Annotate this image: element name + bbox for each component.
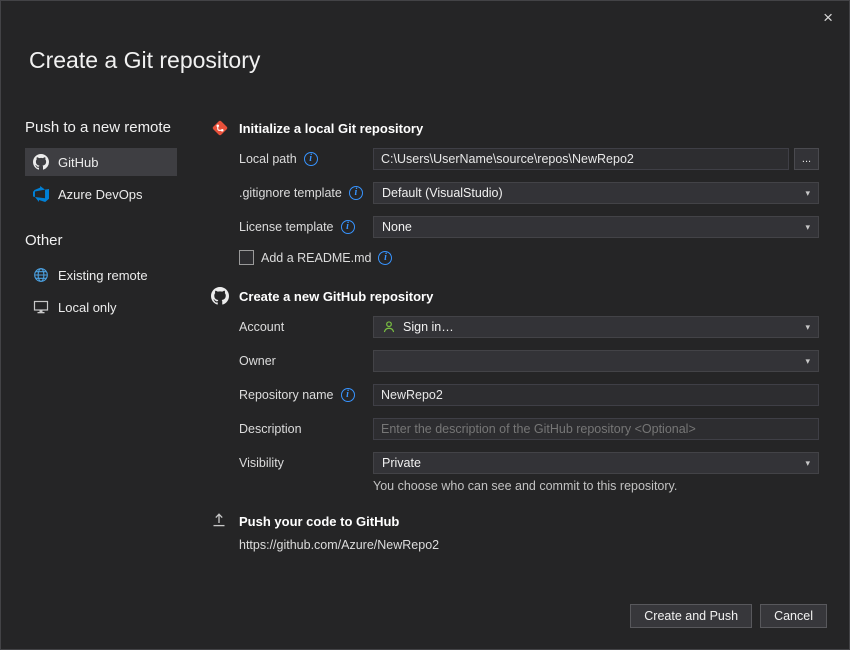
create-git-repository-dialog: × Create a Git repository Push to a new … bbox=[0, 0, 850, 650]
push-section-header: Push your code to GitHub bbox=[211, 512, 823, 530]
github-icon bbox=[33, 154, 49, 170]
chevron-down-icon: ▾ bbox=[799, 458, 810, 469]
readme-checkbox[interactable] bbox=[239, 250, 254, 265]
info-icon[interactable]: i bbox=[341, 220, 355, 234]
azure-devops-icon bbox=[33, 186, 49, 202]
sidebar-item-label: Existing remote bbox=[58, 268, 148, 283]
visibility-dropdown-value: Private bbox=[382, 456, 421, 470]
license-row: License template i None ▾ bbox=[211, 216, 823, 238]
sidebar-item-local-only[interactable]: Local only bbox=[25, 293, 177, 321]
visibility-label: Visibility bbox=[239, 456, 284, 470]
init-section-header: Initialize a local Git repository bbox=[211, 119, 823, 137]
repository-name-label: Repository name bbox=[239, 388, 334, 402]
info-icon[interactable]: i bbox=[349, 186, 363, 200]
repository-url: https://github.com/Azure/NewRepo2 bbox=[211, 538, 823, 552]
owner-row: Owner ▾ bbox=[211, 350, 823, 372]
owner-dropdown[interactable]: ▾ bbox=[373, 350, 819, 372]
sign-in-person-icon bbox=[382, 320, 396, 334]
gitignore-dropdown-value: Default (VisualStudio) bbox=[382, 186, 503, 200]
local-path-label: Local path bbox=[239, 152, 297, 166]
account-dropdown[interactable]: Sign in… ▾ bbox=[373, 316, 819, 338]
sidebar: Push to a new remote GitHub Azure DevOps… bbox=[25, 119, 177, 325]
chevron-down-icon: ▾ bbox=[799, 188, 810, 199]
git-logo-icon bbox=[211, 119, 229, 137]
create-and-push-button[interactable]: Create and Push bbox=[630, 604, 752, 628]
sidebar-heading-push-remote: Push to a new remote bbox=[25, 119, 177, 136]
local-path-row: Local path i ... bbox=[211, 148, 823, 170]
sidebar-item-existing-remote[interactable]: Existing remote bbox=[25, 261, 177, 289]
sidebar-item-label: Azure DevOps bbox=[58, 187, 143, 202]
description-label: Description bbox=[239, 422, 302, 436]
footer: Create and Push Cancel bbox=[630, 604, 827, 628]
readme-label: Add a README.md bbox=[261, 251, 371, 265]
chevron-down-icon: ▾ bbox=[799, 356, 810, 367]
push-section-title: Push your code to GitHub bbox=[239, 514, 399, 529]
license-dropdown-value: None bbox=[382, 220, 412, 234]
cancel-button[interactable]: Cancel bbox=[760, 604, 827, 628]
chevron-down-icon: ▾ bbox=[799, 222, 810, 233]
browse-button[interactable]: ... bbox=[794, 148, 819, 170]
github-section-header: Create a new GitHub repository bbox=[211, 287, 823, 305]
sidebar-item-github[interactable]: GitHub bbox=[25, 148, 177, 176]
sidebar-heading-other: Other bbox=[25, 232, 177, 249]
repository-name-input[interactable] bbox=[373, 384, 819, 406]
visibility-help-text: You choose who can see and commit to thi… bbox=[211, 479, 823, 493]
close-icon[interactable]: × bbox=[823, 9, 833, 26]
license-label: License template bbox=[239, 220, 334, 234]
gitignore-dropdown[interactable]: Default (VisualStudio) ▾ bbox=[373, 182, 819, 204]
readme-row: Add a README.md i bbox=[211, 250, 823, 265]
license-dropdown[interactable]: None ▾ bbox=[373, 216, 819, 238]
github-section-title: Create a new GitHub repository bbox=[239, 289, 433, 304]
account-row: Account Sign in… ▾ bbox=[211, 316, 823, 338]
sidebar-item-azure-devops[interactable]: Azure DevOps bbox=[25, 180, 177, 208]
gitignore-label: .gitignore template bbox=[239, 186, 342, 200]
computer-icon bbox=[33, 299, 49, 315]
account-dropdown-value: Sign in… bbox=[403, 320, 454, 334]
visibility-dropdown[interactable]: Private ▾ bbox=[373, 452, 819, 474]
visibility-row: Visibility Private ▾ bbox=[211, 452, 823, 474]
chevron-down-icon: ▾ bbox=[799, 322, 810, 333]
description-input[interactable] bbox=[373, 418, 819, 440]
gitignore-row: .gitignore template i Default (VisualStu… bbox=[211, 182, 823, 204]
account-label: Account bbox=[239, 320, 284, 334]
main-content: Initialize a local Git repository Local … bbox=[211, 119, 823, 552]
repository-name-row: Repository name i bbox=[211, 384, 823, 406]
upload-arrow-icon bbox=[211, 512, 229, 530]
init-section-title: Initialize a local Git repository bbox=[239, 121, 423, 136]
info-icon[interactable]: i bbox=[304, 152, 318, 166]
info-icon[interactable]: i bbox=[378, 251, 392, 265]
info-icon[interactable]: i bbox=[341, 388, 355, 402]
local-path-input[interactable] bbox=[373, 148, 789, 170]
page-title: Create a Git repository bbox=[29, 47, 260, 74]
description-row: Description bbox=[211, 418, 823, 440]
sidebar-item-label: Local only bbox=[58, 300, 117, 315]
github-icon bbox=[211, 287, 229, 305]
owner-label: Owner bbox=[239, 354, 276, 368]
sidebar-item-label: GitHub bbox=[58, 155, 98, 170]
globe-icon bbox=[33, 267, 49, 283]
